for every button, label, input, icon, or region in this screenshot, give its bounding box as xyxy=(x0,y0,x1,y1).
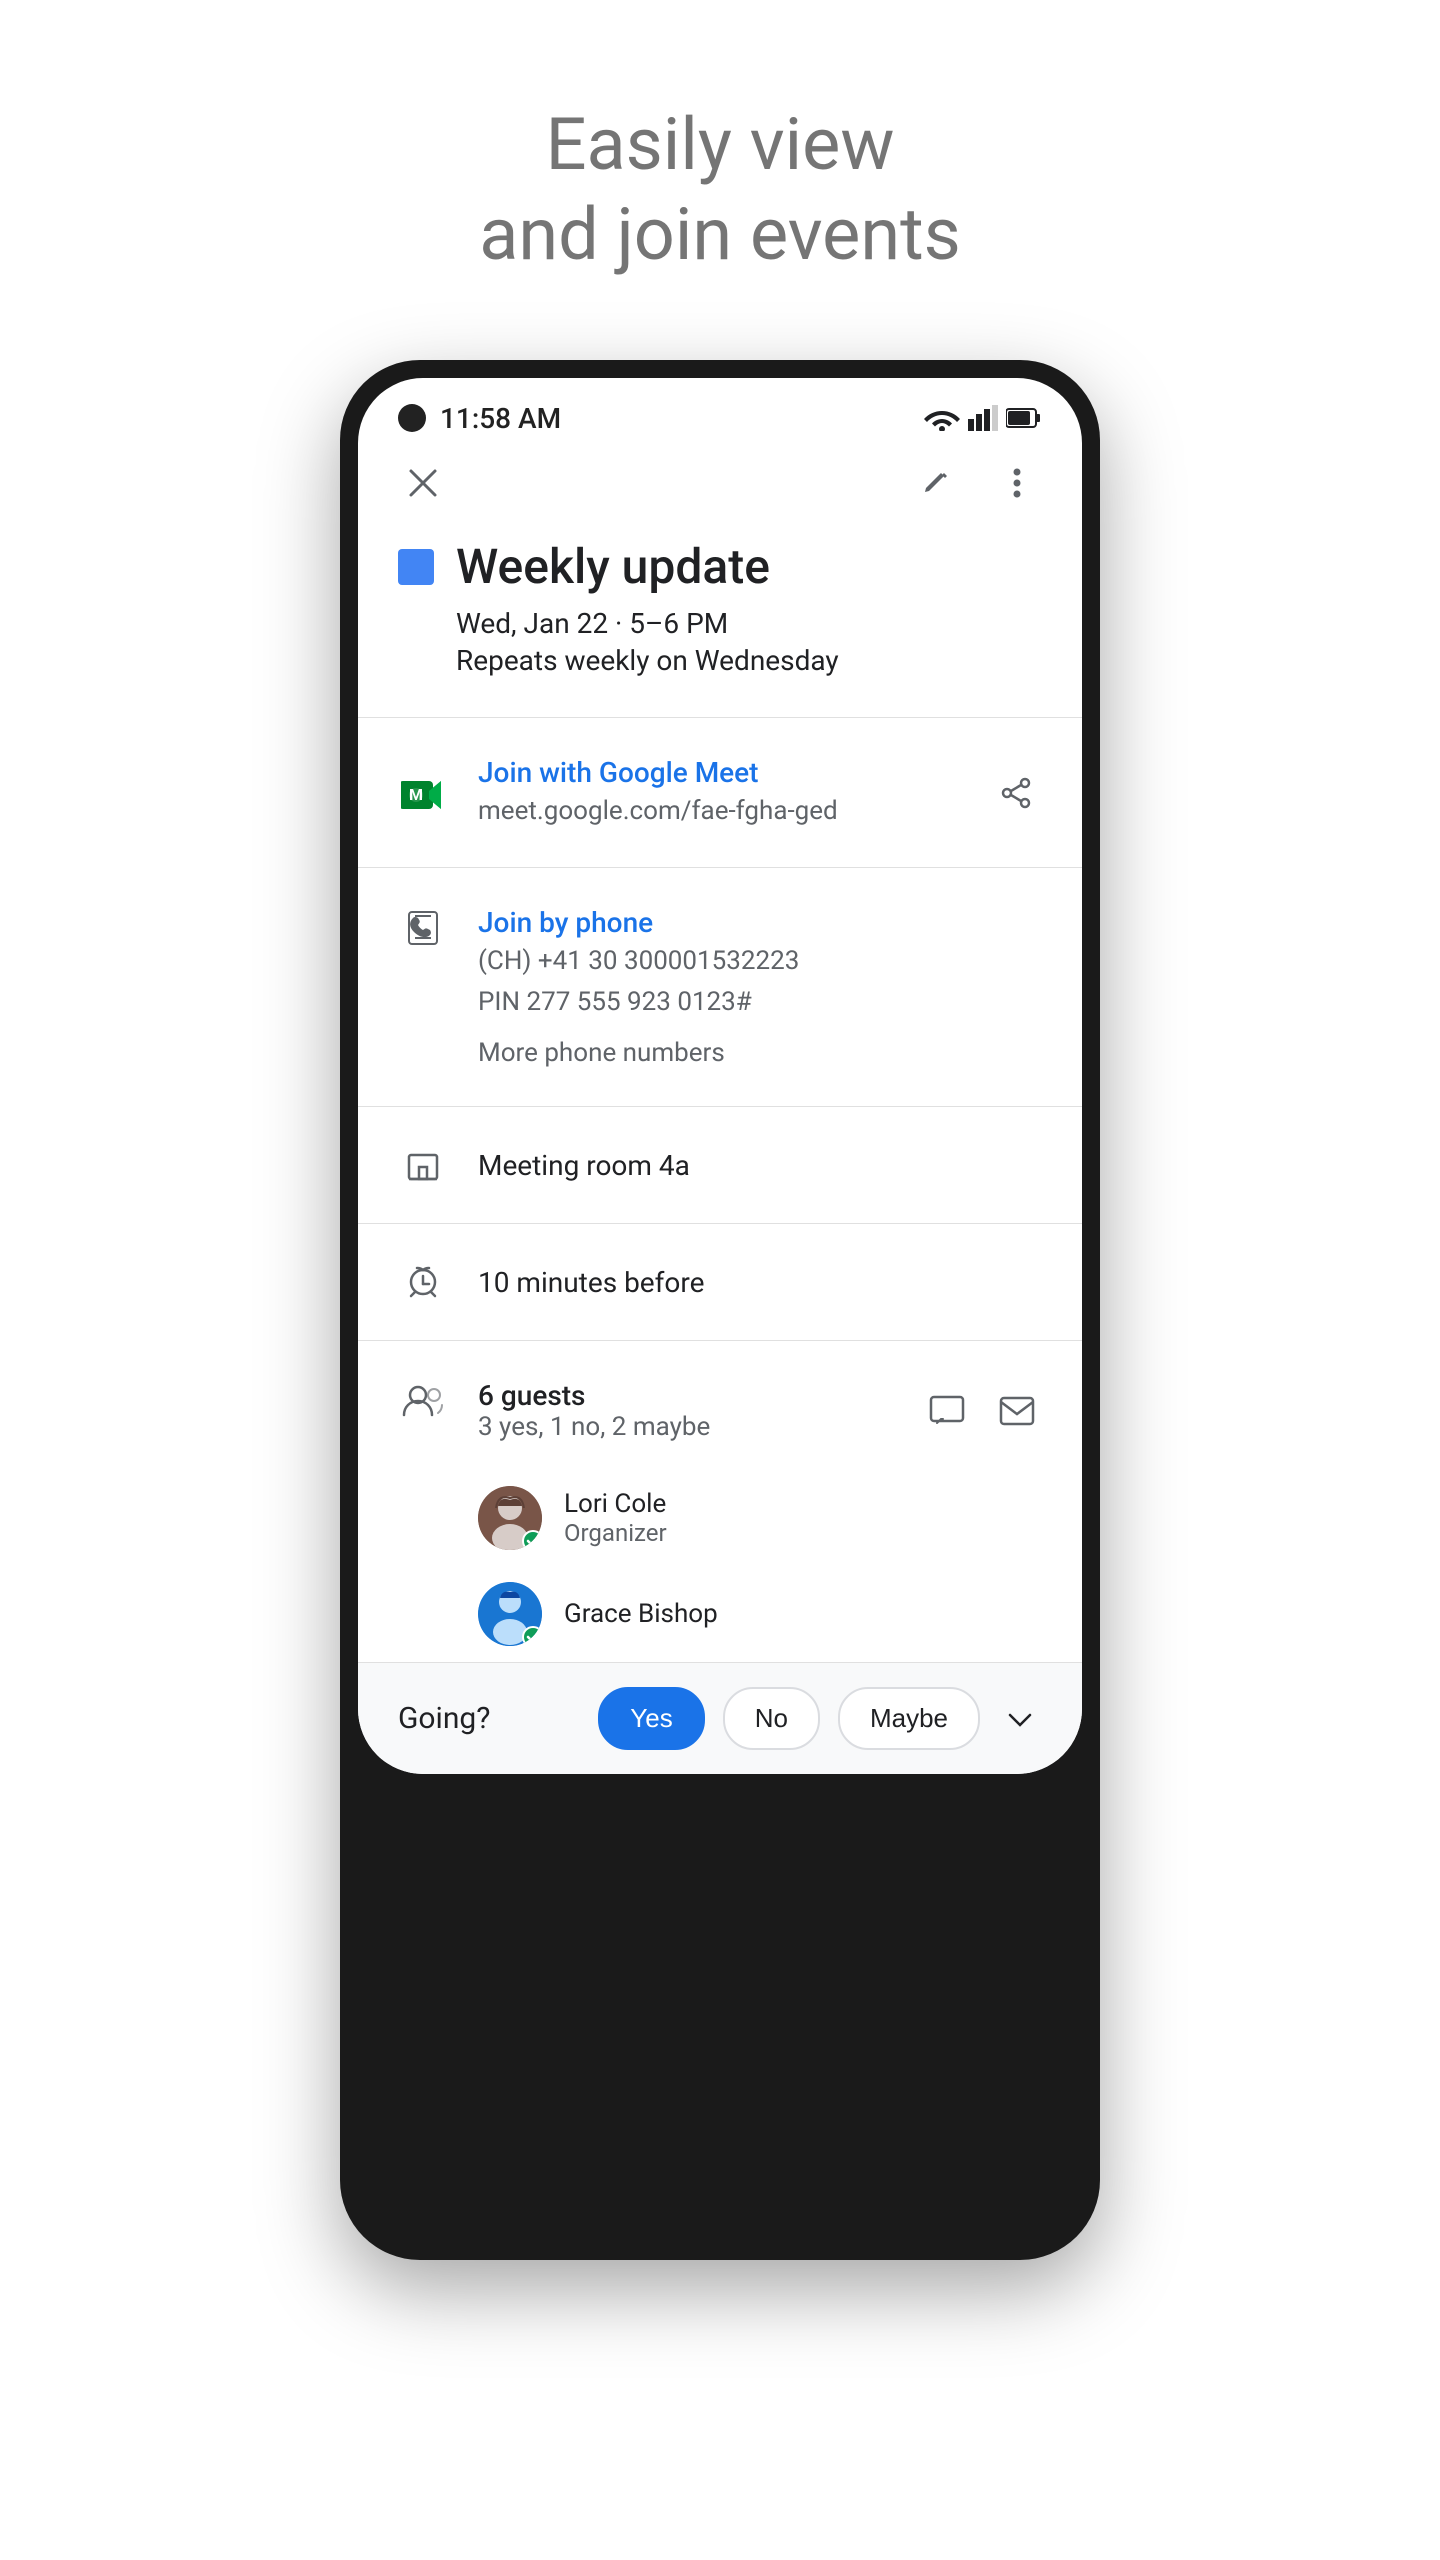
phone-screen: 11:58 AM xyxy=(358,378,1082,1774)
camera-dot xyxy=(398,404,426,432)
rsvp-no-button[interactable]: No xyxy=(723,1687,820,1750)
meet-url: meet.google.com/fae-fgha-ged xyxy=(478,793,962,829)
lori-role: Organizer xyxy=(564,1519,1042,1547)
meet-content: Join with Google Meet meet.google.com/fa… xyxy=(478,756,962,829)
room-section: Meeting room 4a xyxy=(358,1117,1082,1213)
phone-pin: PIN 277 555 923 0123# xyxy=(478,984,1042,1020)
chat-button[interactable] xyxy=(922,1386,972,1436)
battery-icon xyxy=(1006,407,1042,429)
guests-content: 6 guests 3 yes, 1 no, 2 maybe xyxy=(478,1379,1042,1442)
phone-section[interactable]: Join by phone (CH) +41 30 300001532223 P… xyxy=(358,878,1082,1096)
grace-check-badge xyxy=(522,1626,542,1646)
email-button[interactable] xyxy=(992,1386,1042,1436)
bottom-bar: Going? Yes No Maybe xyxy=(358,1662,1082,1774)
lori-check-badge xyxy=(522,1530,542,1550)
grace-info: Grace Bishop xyxy=(564,1599,1042,1629)
guests-section: 6 guests 3 yes, 1 no, 2 maybe xyxy=(358,1351,1082,1470)
event-recurrence: Repeats weekly on Wednesday xyxy=(456,644,1042,677)
status-bar: 11:58 AM xyxy=(358,378,1082,448)
room-label: Meeting room 4a xyxy=(478,1149,1042,1182)
reminder-icon xyxy=(398,1262,448,1302)
reminder-label: 10 minutes before xyxy=(478,1266,1042,1299)
more-button[interactable] xyxy=(992,458,1042,508)
event-date: Wed, Jan 22 · 5–6 PM xyxy=(456,607,1042,640)
toolbar xyxy=(358,448,1082,518)
guest-row-grace: Grace Bishop xyxy=(358,1566,1082,1662)
guests-icon xyxy=(398,1379,448,1417)
phone-join-link[interactable]: Join by phone xyxy=(478,906,1042,939)
status-time: 11:58 AM xyxy=(440,402,561,435)
edit-button[interactable] xyxy=(912,458,962,508)
guests-summary: 3 yes, 1 no, 2 maybe xyxy=(478,1412,710,1442)
meet-join-link[interactable]: Join with Google Meet xyxy=(478,756,962,789)
phone-frame: 11:58 AM xyxy=(340,360,1100,2260)
rsvp-buttons: Yes No Maybe xyxy=(598,1687,1042,1750)
phone-content: Join by phone (CH) +41 30 300001532223 P… xyxy=(478,906,1042,1068)
phone-icon xyxy=(398,906,448,946)
signal-icon xyxy=(968,405,998,431)
event-header: Weekly update Wed, Jan 22 · 5–6 PM Repea… xyxy=(358,518,1082,707)
rsvp-maybe-button[interactable]: Maybe xyxy=(838,1687,980,1750)
more-phones[interactable]: More phone numbers xyxy=(478,1038,1042,1068)
grace-name: Grace Bishop xyxy=(564,1599,1042,1629)
lori-name: Lori Cole xyxy=(564,1489,1042,1519)
close-button[interactable] xyxy=(398,458,448,508)
guests-count: 6 guests xyxy=(478,1379,710,1412)
phone-number: (CH) +41 30 300001532223 xyxy=(478,943,1042,979)
event-title: Weekly update xyxy=(456,538,770,595)
lori-info: Lori Cole Organizer xyxy=(564,1489,1042,1547)
lori-avatar xyxy=(478,1486,542,1550)
share-button[interactable] xyxy=(992,768,1042,818)
meet-section[interactable]: M Join with Google Meet meet.google.com/… xyxy=(358,728,1082,857)
reminder-content: 10 minutes before xyxy=(478,1266,1042,1299)
meet-icon: M xyxy=(398,773,448,813)
room-content: Meeting room 4a xyxy=(478,1149,1042,1182)
grace-avatar xyxy=(478,1582,542,1646)
going-label: Going? xyxy=(398,1701,490,1736)
wifi-icon xyxy=(924,405,960,431)
svg-text:M: M xyxy=(409,785,423,804)
room-icon xyxy=(398,1145,448,1185)
reminder-section: 10 minutes before xyxy=(358,1234,1082,1330)
rsvp-yes-button[interactable]: Yes xyxy=(598,1687,704,1750)
event-color-block xyxy=(398,549,434,585)
page-headline: Easily view and join events xyxy=(479,100,961,280)
guest-row-lori: Lori Cole Organizer xyxy=(358,1470,1082,1566)
rsvp-expand-button[interactable] xyxy=(998,1697,1042,1741)
